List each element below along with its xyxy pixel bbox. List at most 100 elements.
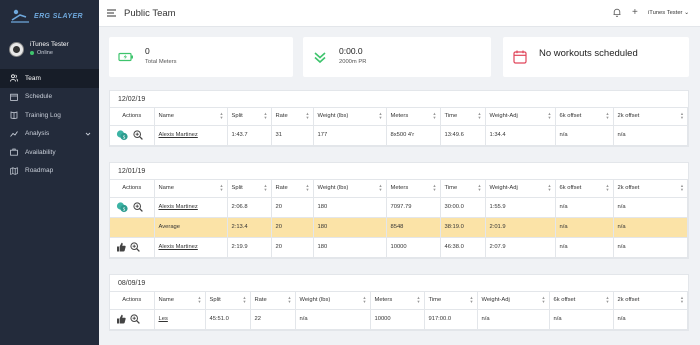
column-header[interactable]: Weight (lbs) ▲ ▼ xyxy=(295,292,371,310)
sidebar-item-schedule[interactable]: Schedule xyxy=(0,88,99,107)
column-header[interactable]: Rate ▲ ▼ xyxy=(271,180,314,198)
user-name: iTunes Tester xyxy=(30,41,69,48)
column-header[interactable]: Meters ▲ ▼ xyxy=(386,180,441,198)
cell-k2: n/a xyxy=(613,125,688,146)
sort-icon[interactable]: ▲ ▼ xyxy=(680,296,684,304)
column-header[interactable]: Weight (lbs) ▲ ▼ xyxy=(313,108,387,126)
column-header[interactable]: 2k offset ▲ ▼ xyxy=(613,292,688,310)
athlete-link[interactable]: Alexis Martinez xyxy=(159,204,198,210)
column-header[interactable]: 6k offset ▲ ▼ xyxy=(549,292,614,310)
column-header[interactable]: 2k offset ▲ ▼ xyxy=(613,180,688,198)
sort-icon[interactable]: ▲ ▼ xyxy=(306,112,310,120)
coin-icon[interactable]: $ xyxy=(116,129,129,141)
column-header[interactable]: Meters ▲ ▼ xyxy=(386,108,441,126)
column-header-label: Meters xyxy=(374,297,393,304)
column-header[interactable]: Split ▲ ▼ xyxy=(227,108,272,126)
sort-icon[interactable]: ▲ ▼ xyxy=(548,112,552,120)
sort-icon[interactable]: ▲ ▼ xyxy=(542,296,546,304)
table-row[interactable]: Alexis Martinez 2:19.9 20 180 10000 46:38.0 2:… xyxy=(110,237,688,258)
add-icon[interactable]: + xyxy=(632,7,638,18)
column-header[interactable]: Weight-Adj ▲ ▼ xyxy=(485,180,556,198)
column-header[interactable]: Weight-Adj ▲ ▼ xyxy=(477,292,550,310)
column-header[interactable]: 6k offset ▲ ▼ xyxy=(555,108,614,126)
column-header[interactable]: Time ▲ ▼ xyxy=(424,292,478,310)
svg-text:$: $ xyxy=(123,134,126,140)
zoom-in-icon[interactable] xyxy=(133,130,143,140)
stat-value: 0 xyxy=(145,46,150,56)
sort-icon[interactable]: ▲ ▼ xyxy=(288,296,292,304)
sort-icon[interactable]: ▲ ▼ xyxy=(680,112,684,120)
column-header[interactable]: Name ▲ ▼ xyxy=(154,292,206,310)
sort-icon[interactable]: ▲ ▼ xyxy=(306,184,310,192)
sort-icon[interactable]: ▲ ▼ xyxy=(264,112,268,120)
sort-icon[interactable]: ▲ ▼ xyxy=(470,296,474,304)
sort-icon[interactable]: ▲ ▼ xyxy=(243,296,247,304)
user-menu[interactable]: iTunes Tester ⌄ xyxy=(648,10,689,16)
sidebar-nav: Team Schedule Training Log Analysis Avai… xyxy=(0,69,99,180)
column-header-label: Split xyxy=(231,185,243,192)
sort-icon[interactable]: ▲ ▼ xyxy=(606,296,610,304)
athlete-link[interactable]: Les xyxy=(159,316,168,322)
sidebar-item-analysis[interactable]: Analysis xyxy=(0,125,99,144)
cell-adj: 2:07.9 xyxy=(485,237,556,258)
sort-icon[interactable]: ▲ ▼ xyxy=(417,296,421,304)
column-header-label: Split xyxy=(231,113,243,120)
stat-label: Total Meters xyxy=(145,59,177,65)
column-header-label: Name xyxy=(158,185,174,192)
thumbs-up-icon[interactable] xyxy=(116,314,126,324)
column-header[interactable]: Rate ▲ ▼ xyxy=(250,292,296,310)
sort-icon[interactable]: ▲ ▼ xyxy=(198,296,202,304)
calendar-icon xyxy=(513,50,527,64)
column-header-label: Rate xyxy=(275,185,288,192)
sort-icon[interactable]: ▲ ▼ xyxy=(433,184,437,192)
column-header[interactable]: Name ▲ ▼ xyxy=(154,108,228,126)
table-row[interactable]: $ Alexis Martinez 2:06.8 20 180 7097.79 30:00.… xyxy=(110,197,688,218)
sidebar-item-training-log[interactable]: Training Log xyxy=(0,106,99,125)
menu-toggle-icon[interactable] xyxy=(107,9,116,17)
sidebar-item-team[interactable]: Team xyxy=(0,69,99,88)
column-header[interactable]: 6k offset ▲ ▼ xyxy=(555,180,614,198)
bell-icon[interactable] xyxy=(613,8,621,17)
sort-icon[interactable]: ▲ ▼ xyxy=(433,112,437,120)
brand[interactable]: ERG SLAYER xyxy=(0,0,99,32)
column-header[interactable]: Time ▲ ▼ xyxy=(440,108,486,126)
column-header[interactable]: Rate ▲ ▼ xyxy=(271,108,314,126)
sidebar-item-label: Team xyxy=(25,74,41,82)
thumbs-up-icon[interactable] xyxy=(116,242,126,252)
zoom-in-icon[interactable] xyxy=(130,242,140,252)
column-header-label: Weight (lbs) xyxy=(317,185,349,192)
zoom-in-icon[interactable] xyxy=(130,314,140,324)
table-row[interactable]: $ Alexis Martinez 1:43.7 31 177 8x500 4'r 13:4… xyxy=(110,125,688,146)
sort-icon[interactable]: ▲ ▼ xyxy=(606,184,610,192)
sort-icon[interactable]: ▲ ▼ xyxy=(264,184,268,192)
sort-icon[interactable]: ▲ ▼ xyxy=(606,112,610,120)
sort-icon[interactable]: ▲ ▼ xyxy=(379,184,383,192)
sort-icon[interactable]: ▲ ▼ xyxy=(548,184,552,192)
column-header-label: Actions xyxy=(122,113,142,120)
column-header-label: 6k offset xyxy=(559,113,582,120)
column-header[interactable]: Split ▲ ▼ xyxy=(205,292,251,310)
athlete-link[interactable]: Alexis Martinez xyxy=(159,244,198,250)
column-header[interactable]: Meters ▲ ▼ xyxy=(370,292,425,310)
column-header[interactable]: Time ▲ ▼ xyxy=(440,180,486,198)
column-header[interactable]: 2k offset ▲ ▼ xyxy=(613,108,688,126)
column-header[interactable]: Weight-Adj ▲ ▼ xyxy=(485,108,556,126)
column-header[interactable]: Name ▲ ▼ xyxy=(154,180,228,198)
coin-icon[interactable]: $ xyxy=(116,201,129,213)
zoom-in-icon[interactable] xyxy=(133,202,143,212)
sort-icon[interactable]: ▲ ▼ xyxy=(220,112,224,120)
column-header[interactable]: Weight (lbs) ▲ ▼ xyxy=(313,180,387,198)
sort-icon[interactable]: ▲ ▼ xyxy=(478,112,482,120)
sort-icon[interactable]: ▲ ▼ xyxy=(478,184,482,192)
sidebar-item-roadmap[interactable]: Roadmap xyxy=(0,162,99,181)
table-row[interactable]: Les 45:51.0 22 n/a 10000 917:00.0 n/a n/a n/a xyxy=(110,309,688,330)
sort-icon[interactable]: ▲ ▼ xyxy=(680,184,684,192)
column-header-label: Weight-Adj xyxy=(481,297,510,304)
column-header[interactable]: Split ▲ ▼ xyxy=(227,180,272,198)
briefcase-icon xyxy=(10,148,18,156)
sort-icon[interactable]: ▲ ▼ xyxy=(379,112,383,120)
athlete-link[interactable]: Alexis Martinez xyxy=(159,132,198,138)
sort-icon[interactable]: ▲ ▼ xyxy=(220,184,224,192)
sidebar-item-availability[interactable]: Availability xyxy=(0,143,99,162)
sort-icon[interactable]: ▲ ▼ xyxy=(363,296,367,304)
